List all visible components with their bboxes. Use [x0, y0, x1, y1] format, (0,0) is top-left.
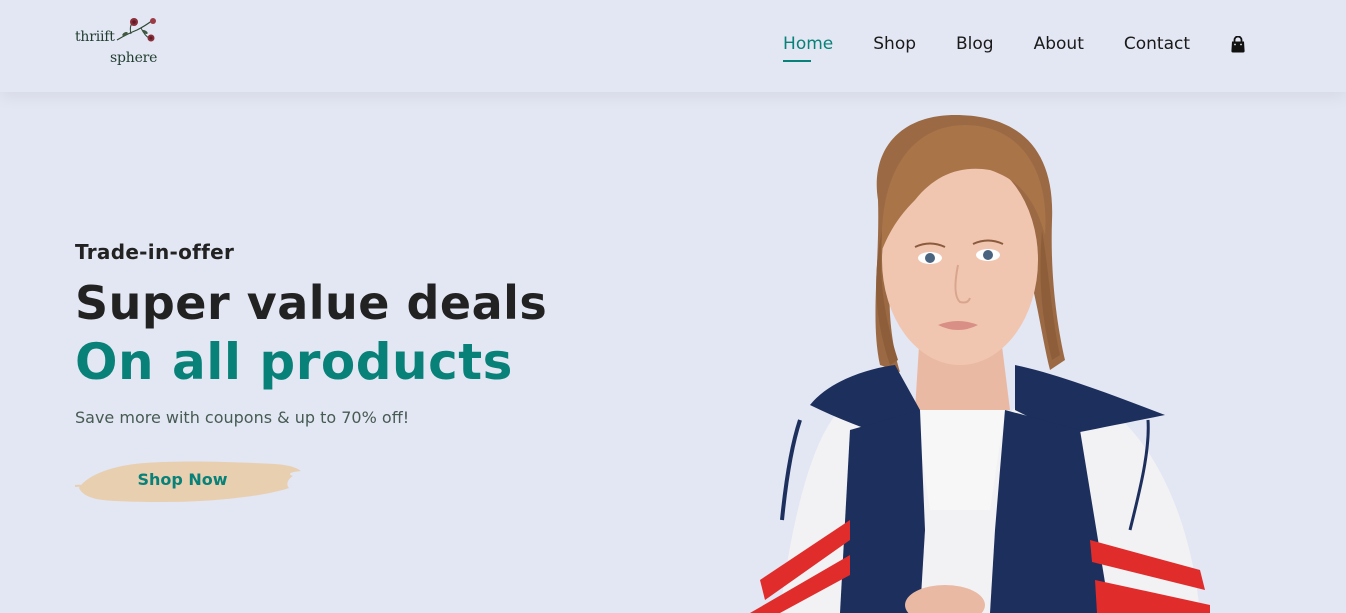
hero-section: Trade-in-offer Super value deals On all …: [75, 240, 547, 427]
flower-logo-icon: [116, 18, 156, 42]
hero-model-image: [720, 110, 1260, 613]
nav-item-contact[interactable]: Contact: [1124, 32, 1190, 56]
nav-item-home[interactable]: Home: [783, 32, 833, 62]
nav-item-blog[interactable]: Blog: [956, 32, 994, 56]
hero-kicker: Trade-in-offer: [75, 240, 235, 264]
site-header: thriift sphere Home Shop Blog About Cont…: [0, 0, 1346, 92]
site-logo[interactable]: thriift sphere: [75, 16, 175, 72]
shopping-bag-icon[interactable]: [1230, 35, 1246, 53]
main-nav: Home Shop Blog About Contact: [783, 32, 1246, 62]
nav-item-about[interactable]: About: [1034, 32, 1084, 56]
shop-now-button[interactable]: Shop Now: [75, 458, 305, 504]
logo-text-line1: thriift: [75, 29, 115, 45]
hero-description: Save more with coupons & up to 70% off!: [75, 408, 410, 427]
hero-headline: Super value deals: [75, 276, 548, 330]
hero-subheadline: On all products: [75, 333, 513, 391]
nav-item-shop[interactable]: Shop: [873, 32, 916, 56]
logo-text-line2: sphere: [110, 50, 158, 66]
shop-now-label: Shop Now: [137, 469, 228, 489]
